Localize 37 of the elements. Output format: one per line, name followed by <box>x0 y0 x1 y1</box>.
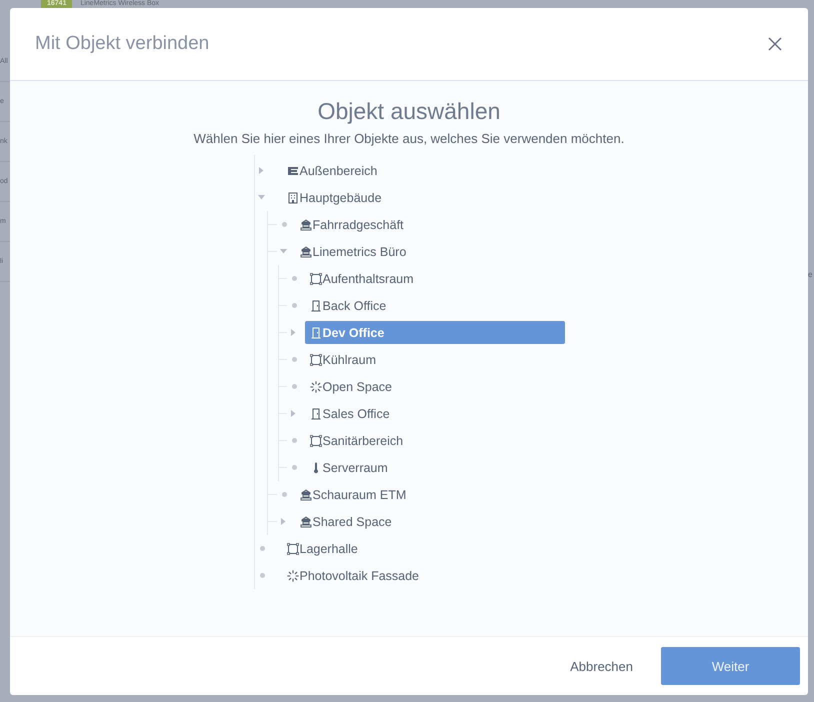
tree-item[interactable]: Dev Office <box>304 321 564 344</box>
section-heading: Objekt auswählen <box>318 98 500 125</box>
layers-icon <box>286 164 298 176</box>
sunburst-icon <box>286 570 298 582</box>
group-icon <box>300 488 312 500</box>
building-icon <box>286 192 298 204</box>
door-icon <box>310 300 322 312</box>
tree-item[interactable]: Fahrradgeschäft <box>294 213 564 236</box>
close-icon <box>768 37 782 51</box>
area-icon <box>310 354 322 366</box>
tree-item[interactable]: Sanitärbereich <box>304 429 564 452</box>
tree-item[interactable]: Open Space <box>304 375 564 398</box>
tree-item[interactable]: Hauptgebäude <box>282 186 564 209</box>
door-icon <box>310 326 322 338</box>
sunburst-icon <box>310 380 322 392</box>
tree-item[interactable]: Aufenthaltsraum <box>304 267 564 290</box>
area-icon <box>310 272 322 284</box>
group-icon <box>300 516 312 528</box>
section-description: Wählen Sie hier eines Ihrer Objekte aus, welches Sie verwenden möchten. <box>194 131 624 146</box>
tree-item[interactable]: Linemetrics Büro <box>294 240 564 263</box>
group-icon <box>300 218 312 230</box>
tree-item[interactable]: Back Office <box>304 294 564 317</box>
area-icon <box>286 542 298 554</box>
tree-item[interactable]: Lagerhalle <box>282 537 564 560</box>
side-text: e <box>808 270 812 279</box>
tree-item[interactable]: Schauraum ETM <box>294 483 564 506</box>
tree-item[interactable]: Außenbereich <box>282 159 564 182</box>
area-icon <box>310 434 322 446</box>
tree-item[interactable]: Sales Office <box>304 402 564 425</box>
tree-item[interactable]: Photovoltaik Fassade <box>282 564 564 587</box>
cancel-button[interactable]: Abbrechen <box>570 658 633 674</box>
door-icon <box>310 408 322 420</box>
dialog-title: Mit Objekt verbinden <box>35 33 210 55</box>
tree-item[interactable]: Shared Space <box>294 510 564 533</box>
group-icon <box>300 246 312 258</box>
tree-item[interactable]: Serverraum <box>304 456 564 479</box>
tree-item[interactable]: Kühlraum <box>304 348 564 371</box>
